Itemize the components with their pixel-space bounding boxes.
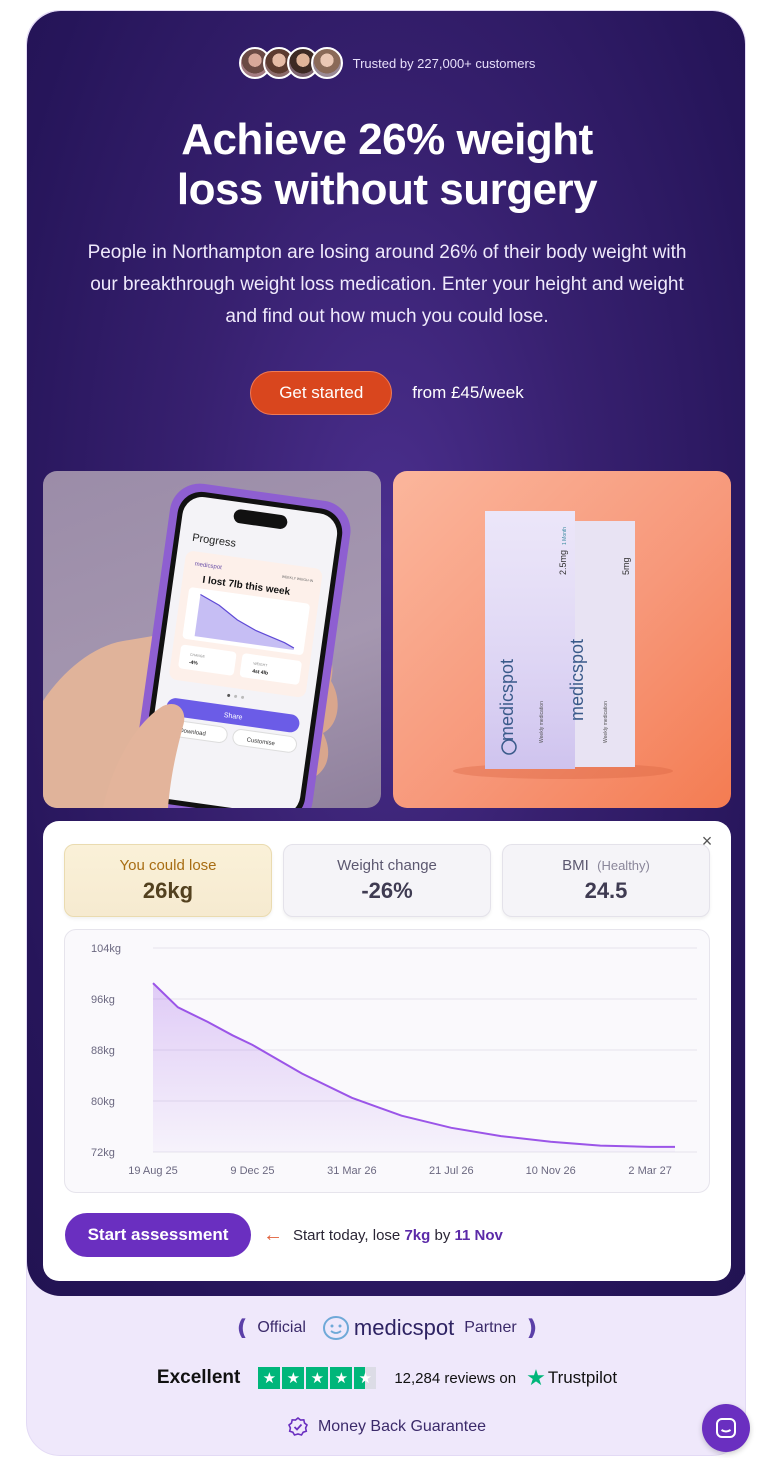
start-assessment-button[interactable]: Start assessment <box>65 1213 251 1257</box>
star-icon: ★ <box>330 1367 353 1389</box>
you-could-lose-card: You could lose 26kg <box>64 844 272 917</box>
phone-illustration: Progress medicspot WEEKLY WEIGH-IN I los… <box>43 483 351 808</box>
cta-row: Get started from £45/week <box>27 371 745 415</box>
y-tick-label: 104kg <box>91 943 121 955</box>
price-text: from £45/week <box>412 383 524 402</box>
x-tick-label: 2 Mar 27 <box>628 1165 671 1177</box>
product-subtext-back: Weekly medication <box>603 701 609 743</box>
weight-chart: 104kg 96kg 88kg 80kg 72kg 19 Aug 25 9 Dec 25 31… <box>64 929 710 1193</box>
hero-section: Trusted by 227,000+ customers Achieve 26… <box>27 11 745 1296</box>
phone-progress-image: Progress medicspot WEEKLY WEIGH-IN I los… <box>43 471 381 808</box>
chat-icon <box>716 1418 736 1438</box>
star-half-icon: ★ <box>354 1367 377 1389</box>
trustpilot-star-icon: ★ <box>526 1365 546 1390</box>
trustpilot-label: Trustpilot <box>547 1368 618 1387</box>
official-partner: ❪ Official medicspot Partner ❫ <box>27 1315 745 1341</box>
product-dose-back: 5mg <box>621 557 631 575</box>
review-count: 12,284 reviews on <box>394 1369 517 1387</box>
bmi-label: BMI <box>562 857 589 874</box>
hero-subtitle: People in Northampton are losing around … <box>87 242 687 327</box>
bmi-value: 24.5 <box>584 878 628 903</box>
weight-change-card: Weight change -26% <box>283 844 491 917</box>
rating-word: Excellent <box>156 1367 241 1388</box>
get-started-button[interactable]: Get started <box>250 371 393 415</box>
headline-line-2: loss without surgery <box>176 165 598 214</box>
star-icon: ★ <box>282 1367 305 1389</box>
y-tick-label: 96kg <box>91 994 115 1006</box>
money-back-guarantee: Money Back Guarantee <box>27 1417 745 1437</box>
trustpilot-reviews: Excellent ★ ★ ★ ★ ★ 12,284 reviews on ★ T… <box>27 1365 745 1391</box>
star-icon: ★ <box>258 1367 281 1389</box>
chat-launcher-button[interactable] <box>702 1404 750 1452</box>
x-tick-label: 9 Dec 25 <box>230 1165 274 1177</box>
headline-line-1: Achieve 26% weight <box>181 115 593 164</box>
x-tick-label: 10 Nov 26 <box>526 1165 576 1177</box>
weight-change-value: -26% <box>361 878 413 903</box>
trusted-text: Trusted by 227,000+ customers <box>352 55 536 71</box>
y-tick-label: 80kg <box>91 1096 115 1108</box>
weight-chart-svg: 104kg 96kg 88kg 80kg 72kg 19 Aug 25 9 Dec 25 31… <box>91 943 697 1177</box>
star-icon: ★ <box>306 1367 329 1389</box>
lose-value: 26kg <box>142 878 194 903</box>
bmi-note: (Healthy) <box>597 858 650 873</box>
assessment-row: Start assessment ← Start today, lose 7kg… <box>65 1213 503 1257</box>
avatar <box>310 47 343 79</box>
bmi-card: BMI (Healthy) 24.5 <box>502 844 710 917</box>
medicspot-logo-icon <box>322 1315 349 1341</box>
customer-avatars <box>238 47 343 79</box>
y-tick-label: 72kg <box>91 1147 115 1159</box>
product-brand-back: medicspot <box>567 639 587 721</box>
weight-loss-calculator: × You could lose 26kg Weight change -26%… <box>43 821 731 1281</box>
weight-change-label: Weight change <box>337 857 437 874</box>
partner-label: Partner <box>464 1319 517 1336</box>
product-boxes-image: medicspot medicspot 2.5mg 5mg 1 Month We… <box>393 471 731 808</box>
product-month-label: 1 Month <box>562 527 568 545</box>
laurel-left-icon: ❪ <box>232 1315 252 1340</box>
weight-area <box>153 983 675 1152</box>
product-subtext-front: Weekly medication <box>539 701 545 743</box>
rating-stars: ★ ★ ★ ★ ★ <box>258 1367 378 1389</box>
lose-label: You could lose <box>119 857 217 874</box>
money-back-label: Money Back Guarantee <box>317 1418 487 1435</box>
official-label: Official <box>257 1319 306 1336</box>
brand-name: medicspot <box>353 1315 455 1340</box>
trustpilot-logo[interactable]: ★ Trustpilot <box>526 1365 617 1391</box>
assessment-promise: Start today, lose 7kg by 11 Nov <box>293 1227 503 1244</box>
assess-prefix: Start today, lose <box>293 1226 405 1244</box>
product-illustration: medicspot medicspot 2.5mg 5mg 1 Month We… <box>453 511 673 779</box>
product-brand-front: medicspot <box>497 659 517 741</box>
laurel-right-icon: ❫ <box>522 1315 542 1340</box>
y-tick-label: 88kg <box>91 1045 115 1057</box>
x-tick-label: 19 Aug 25 <box>128 1165 178 1177</box>
assess-amount: 7kg <box>404 1226 431 1244</box>
assess-mid: by <box>430 1226 455 1244</box>
assess-date: 11 Nov <box>454 1226 503 1244</box>
x-tick-label: 31 Mar 26 <box>327 1165 377 1177</box>
badge-check-icon <box>287 1417 308 1436</box>
page-card: Trusted by 227,000+ customers Achieve 26… <box>26 10 746 1456</box>
arrow-left-icon: ← <box>263 1223 283 1246</box>
product-dose-front: 2.5mg <box>558 550 568 575</box>
page-title: Achieve 26% weight loss without surgery <box>27 115 745 215</box>
x-tick-label: 21 Jul 26 <box>429 1165 474 1177</box>
trusted-badge: Trusted by 227,000+ customers <box>27 47 745 79</box>
